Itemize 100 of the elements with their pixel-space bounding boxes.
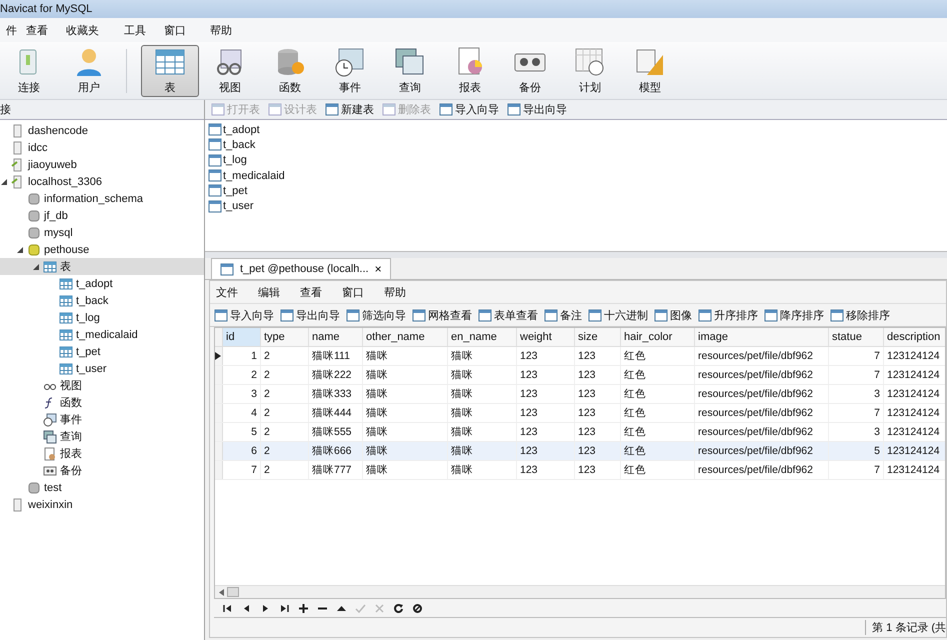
expander-arrow-icon[interactable] [16,246,24,254]
toolbar-button[interactable]: 图像 [654,308,692,322]
menu-item[interactable]: 工具 [118,22,158,38]
tree-item[interactable]: t_medicalaid [0,326,204,343]
table-item[interactable]: t_adopt [223,124,260,136]
toolbar-button[interactable]: 备注 [544,308,582,322]
navigator-button[interactable] [391,601,405,615]
menu-item[interactable]: 帮助 [204,22,250,38]
table-row[interactable]: 1 2 猫咪111 猫咪 猫咪 123 123 红色 resources/pet/file/dbf962 7 123124124 [215,347,945,366]
toolbar-button[interactable]: 表单查看 [478,308,538,322]
tree-item[interactable]: t_adopt [0,275,204,292]
tree-item[interactable]: jf_db [0,207,204,224]
table-icon [830,308,844,322]
toolbar-button[interactable]: 移除排序 [830,308,890,322]
table-item[interactable]: t_pet [223,184,248,197]
menu-item[interactable]: 文件 [210,284,252,300]
tree-item[interactable]: weixinxin [0,496,204,513]
toolbar-button[interactable]: 备份 [501,44,559,96]
menu-item[interactable]: 编辑 [252,284,294,300]
scrollbar-thumb[interactable] [227,587,239,597]
column-header[interactable]: type [261,328,309,346]
toolbar-button[interactable]: 网格查看 [412,308,472,322]
tree-item[interactable]: 函数 [0,394,204,411]
toolbar-button[interactable]: 报表 [441,44,499,96]
column-header[interactable]: other_name [363,328,448,346]
toolbar-button[interactable]: 连接 [0,44,58,96]
tree-item[interactable]: 查询 [0,428,204,445]
column-header[interactable]: hair_color [621,328,695,346]
table-item[interactable]: t_log [223,154,247,166]
toolbar-button[interactable]: 表 [141,44,199,96]
tree-item[interactable]: t_back [0,292,204,309]
close-button[interactable]: × [374,262,382,276]
table-cell: 123 [517,423,575,441]
tree-item[interactable]: 备份 [0,462,204,479]
expander-arrow-icon[interactable] [32,262,40,270]
navigator-button[interactable] [410,601,424,615]
tree-item[interactable]: localhost_3306 [0,173,204,190]
tree-item[interactable]: idcc [0,139,204,156]
table-row[interactable]: 4 2 猫咪444 猫咪 猫咪 123 123 红色 resources/pet/file/dbf962 7 123124124 [215,404,945,423]
table-cell: 7 [829,461,884,479]
menu-item[interactable]: 窗口 [336,284,378,300]
tree-item[interactable]: test [0,479,204,496]
toolbar-button[interactable]: 函数 [261,44,319,96]
tree-item[interactable]: pethouse [0,241,204,258]
tree-item[interactable]: 事件 [0,411,204,428]
tree-item[interactable]: mysql [0,224,204,241]
table-row[interactable]: 5 2 猫咪555 猫咪 猫咪 123 123 红色 resources/pet/file/dbf962 3 123124124 [215,423,945,442]
table-row[interactable]: 2 2 猫咪222 猫咪 猫咪 123 123 红色 resources/pet/file/dbf962 7 123124124 [215,366,945,385]
toolbar-button[interactable]: 查询 [381,44,439,96]
column-header[interactable]: name [309,328,363,346]
toolbar-button[interactable]: 计划 [561,44,619,96]
navigator-button[interactable] [296,601,310,615]
toolbar-button[interactable]: 视图 [201,44,259,96]
menu-item[interactable]: 查看 [20,22,60,38]
table-cell: resources/pet/file/dbf962 [695,404,829,422]
table-item[interactable]: t_user [223,200,254,212]
tree-item[interactable]: information_schema [0,190,204,207]
table-row[interactable]: 6 2 猫咪666 猫咪 猫咪 123 123 红色 resources/pet/file/dbf962 5 123124124 [215,442,945,461]
table-icon [211,103,225,116]
toolbar-button[interactable]: 筛选向导 [346,308,406,322]
column-header[interactable]: id [223,328,261,346]
tree-item[interactable]: t_log [0,309,204,326]
table-item[interactable]: t_medicalaid [223,170,285,182]
tree-item[interactable]: 视图 [0,377,204,394]
tree-item[interactable]: 表 [0,258,204,275]
horizontal-scrollbar[interactable] [215,585,945,598]
toolbar-button[interactable]: 新建表 [325,102,374,117]
menu-item[interactable]: 帮助 [378,284,420,300]
column-header[interactable]: en_name [448,328,517,346]
table-cell: 猫咪 [363,423,448,441]
tree-item[interactable]: 报表 [0,445,204,462]
tree-item[interactable]: t_user [0,360,204,377]
cassette-icon [43,464,57,478]
tree-item[interactable]: t_pet [0,343,204,360]
toolbar-button[interactable]: 事件 [321,44,379,96]
expander-arrow-icon[interactable] [0,178,8,186]
toolbar-button[interactable]: 模型 [621,44,679,96]
toolbar-button[interactable]: 导入向导 [214,308,274,322]
column-header[interactable]: description [884,328,947,346]
toolbar-button[interactable]: 导出向导 [507,102,567,117]
toolbar-button[interactable]: 升序排序 [698,308,758,322]
menu-item[interactable]: 件 [0,22,20,38]
table-row[interactable]: 7 2 猫咪777 猫咪 猫咪 123 123 红色 resources/pet/file/dbf962 7 123124124 [215,461,945,480]
tree-item[interactable]: dashencode [0,122,204,139]
tab[interactable]: t_pet @pethouse (localh... × [211,258,391,279]
menu-item[interactable]: 窗口 [158,22,204,38]
tree-item[interactable]: jiaoyuweb [0,156,204,173]
toolbar-button[interactable]: 十六进制 [588,308,648,322]
toolbar-button[interactable]: 导入向导 [439,102,499,117]
toolbar-button[interactable]: 用户 [60,44,118,96]
menu-item[interactable]: 收藏夹 [60,22,118,38]
table-item[interactable]: t_back [223,138,256,151]
toolbar-button[interactable]: 导出向导 [280,308,340,322]
menu-item[interactable]: 查看 [294,284,336,300]
toolbar-button[interactable]: 降序排序 [764,308,824,322]
column-header[interactable]: statue [829,328,884,346]
column-header[interactable]: image [695,328,829,346]
column-header[interactable]: size [575,328,621,346]
table-row[interactable]: 3 2 猫咪333 猫咪 猫咪 123 123 红色 resources/pet/file/dbf962 3 123124124 [215,385,945,404]
column-header[interactable]: weight [517,328,575,346]
